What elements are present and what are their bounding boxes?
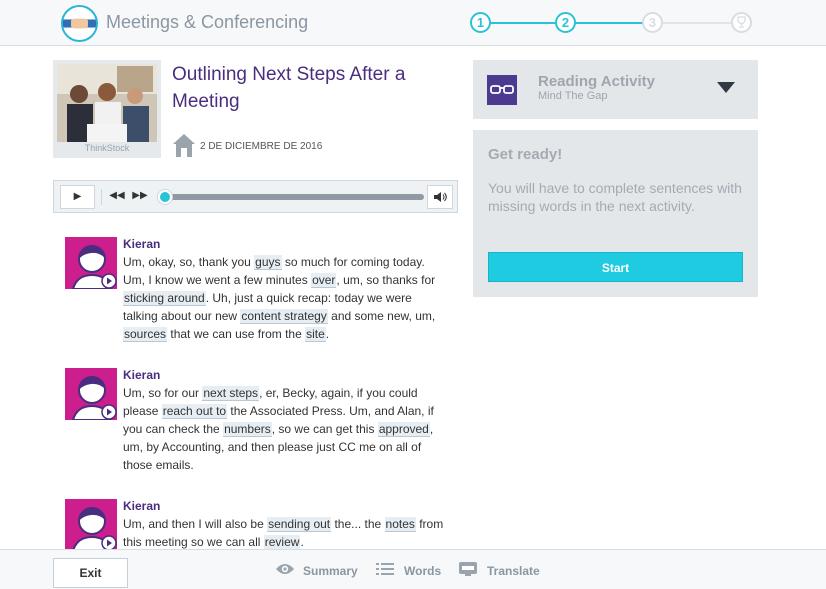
step-final xyxy=(731,12,752,33)
transcript-segment: . xyxy=(325,327,330,341)
volume-button[interactable] xyxy=(427,185,453,209)
app-header: Meetings & Conferencing 1 2 3 xyxy=(0,0,826,46)
speaker-name: Kieran xyxy=(123,368,161,382)
fast-forward-icon: ▶▶ xyxy=(132,190,148,201)
speaker-avatar[interactable] xyxy=(65,237,117,289)
vocab-word[interactable]: content strategy xyxy=(240,309,328,324)
lesson-title: Outlining Next Steps After a Meeting xyxy=(172,64,406,112)
transcript-entry: Kieran Um, and then I will also be sendi… xyxy=(65,499,455,549)
transcript-segment: the... the xyxy=(331,517,385,531)
vocab-word[interactable]: guys xyxy=(254,255,282,270)
translate-label: Translate xyxy=(487,564,540,578)
progress-track[interactable] xyxy=(164,194,424,200)
transcript-text: Um, so for our next steps, er, Becky, ag… xyxy=(123,384,448,474)
transcript-segment: Um, and then I will also be xyxy=(123,517,268,531)
glasses-icon xyxy=(487,75,517,105)
start-button[interactable]: Start xyxy=(488,252,743,282)
caret-down-icon[interactable] xyxy=(717,82,735,93)
translate-tab[interactable]: Translate xyxy=(459,562,540,578)
transcript-segment: Um, so for our xyxy=(123,386,203,400)
transcript-segment: , so we can get this xyxy=(271,422,378,436)
exit-button[interactable]: Exit xyxy=(53,558,128,588)
transcript-segment: . xyxy=(300,535,304,549)
transcript-text: Um, okay, so, thank you guys so much for… xyxy=(123,253,448,343)
get-ready-text: You will have to complete sentences with… xyxy=(488,180,742,214)
transcript-entry: Kieran Um, so for our next steps, er, Be… xyxy=(65,368,455,478)
activity-dropdown[interactable]: Reading Activity Mind The Gap xyxy=(473,60,758,119)
vocab-word[interactable]: notes xyxy=(384,517,416,532)
rewind-button[interactable]: ◀◀ xyxy=(106,185,128,209)
get-ready-title: Get ready! xyxy=(488,146,563,163)
home-icon xyxy=(173,134,195,157)
progress-handle[interactable] xyxy=(158,190,172,204)
fast-forward-button[interactable]: ▶▶ xyxy=(129,185,151,209)
app-title: Meetings & Conferencing xyxy=(106,12,309,32)
vocab-word[interactable]: review xyxy=(263,535,301,549)
summary-tab[interactable]: Summary xyxy=(275,564,358,578)
vocab-word[interactable]: numbers xyxy=(223,422,272,437)
transcript: Kieran Um, okay, so, thank you guys so m… xyxy=(53,226,458,549)
summary-label: Summary xyxy=(303,564,358,578)
vocab-word[interactable]: approved xyxy=(377,422,430,437)
progress-line-current xyxy=(575,22,645,24)
list-icon xyxy=(376,563,394,575)
speaker-avatar[interactable] xyxy=(65,499,117,549)
audio-player: ▶ ◀◀ ▶▶ xyxy=(53,180,458,213)
eye-icon xyxy=(276,564,294,574)
vocab-word[interactable]: sources xyxy=(123,327,168,342)
player-divider xyxy=(101,189,102,205)
rewind-icon: ◀◀ xyxy=(109,190,125,201)
meeting-photo xyxy=(57,64,157,142)
volume-icon xyxy=(434,192,447,202)
transcript-entry: Kieran Um, okay, so, thank you guys so m… xyxy=(65,237,455,357)
image-credit: ThinkStock xyxy=(84,143,130,153)
progress-line-upcoming xyxy=(662,22,735,24)
handshake-logo-icon xyxy=(61,5,98,42)
vocab-word[interactable]: sending out xyxy=(267,517,332,532)
transcript-text: Um, and then I will also be sending out … xyxy=(123,515,448,549)
get-ready-panel: Get ready! You will have to complete sen… xyxy=(473,130,758,297)
lesson-date: 2 DE DICIEMBRE DE 2016 xyxy=(200,141,323,152)
trophy-icon xyxy=(737,16,746,28)
speaker-avatar[interactable] xyxy=(65,368,117,420)
transcript-segment: that we can use from the xyxy=(167,327,306,341)
progress-stepper: 1 2 3 xyxy=(470,12,755,34)
vocab-word[interactable]: site xyxy=(305,327,326,342)
activity-subtitle: Mind The Gap xyxy=(538,90,608,102)
step-3: 3 xyxy=(642,12,663,33)
progress-line-complete xyxy=(489,22,565,24)
words-tab[interactable]: Words xyxy=(376,563,442,578)
transcript-segment: Um, okay, so, thank you xyxy=(123,255,255,269)
speaker-name: Kieran xyxy=(123,499,161,513)
translate-icon xyxy=(459,562,477,576)
words-label: Words xyxy=(404,564,442,578)
transcript-segment: and some new, um, xyxy=(327,309,436,323)
vocab-word[interactable]: sticking around xyxy=(123,291,206,306)
speaker-name: Kieran xyxy=(123,237,161,251)
step-1[interactable]: 1 xyxy=(470,12,491,33)
transcript-segment: , um, so thanks for xyxy=(336,273,436,287)
vocab-word[interactable]: reach out to xyxy=(161,404,228,419)
footer-bar: Exit Summary Words Translate xyxy=(0,549,826,589)
play-icon: ▶ xyxy=(73,191,82,202)
vocab-word[interactable]: over xyxy=(311,273,337,288)
step-2[interactable]: 2 xyxy=(555,12,576,33)
lesson-thumbnail: ThinkStock xyxy=(53,60,161,158)
activity-title: Reading Activity xyxy=(538,73,655,90)
play-button[interactable]: ▶ xyxy=(60,185,95,209)
vocab-word[interactable]: next steps xyxy=(202,386,260,401)
